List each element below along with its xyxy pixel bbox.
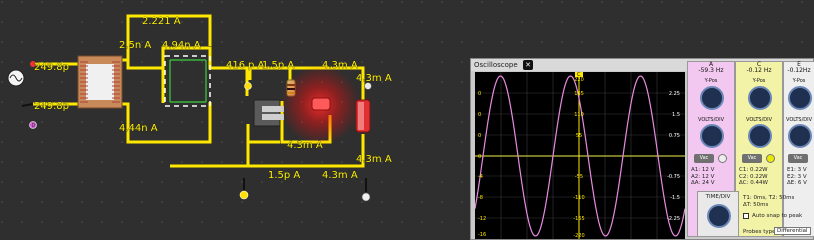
channel-a-measure: A1: 12 V A2: 12 V ΔA: 24 V (691, 167, 715, 186)
channel-e-header: E -0.12Hz (787, 61, 811, 74)
svg-text:2.25: 2.25 (669, 91, 680, 97)
svg-text:0: 0 (478, 91, 481, 97)
oscilloscope-screen[interactable]: C 0 0 0 0 -4 -8 -12 -16 220 165 110 55 -… (475, 72, 685, 239)
probes-label: Probes type: (743, 229, 778, 235)
svg-text:0: 0 (478, 112, 481, 118)
channel-e-ypos-knob[interactable] (788, 86, 812, 110)
svg-text:0: 0 (478, 154, 481, 160)
svg-text:0.75: 0.75 (669, 133, 680, 139)
label-left-lower: 4.44n A (119, 123, 158, 134)
channel-c-measure: C1: 0.22W C2: 0.22W ΔC: 0.44W (739, 167, 768, 186)
channel-e-ypos-label: Y-Pos (792, 78, 806, 84)
timediv-label: TIME/DIV (705, 194, 731, 200)
channel-e-voltsdiv-label: VOLTS/DIV (785, 117, 813, 123)
svg-text:-110: -110 (573, 195, 584, 201)
label-bottom-mid: 1.5p A (268, 170, 300, 181)
svg-text:-16: -16 (478, 232, 486, 238)
svg-text:-1.5: -1.5 (670, 195, 680, 201)
svg-text:-4: -4 (478, 174, 483, 180)
channel-c-toggle[interactable] (766, 154, 775, 163)
label-mid-current: 4.3m A (287, 140, 323, 151)
channel-e-vac-button[interactable]: Vac (788, 154, 808, 163)
channel-c-voltsdiv-label: VOLTS/DIV (745, 117, 773, 123)
svg-text:1.5: 1.5 (672, 112, 680, 118)
label-top-right-1: 4.3m A (322, 60, 358, 71)
label-left-upper: 2.5n A (119, 40, 151, 51)
label-src-top: 249.8p (34, 62, 69, 73)
channel-a-voltsdiv-knob[interactable] (700, 124, 724, 148)
snap-label: Auto snap to peak (752, 213, 803, 219)
svg-text:-165: -165 (573, 216, 584, 222)
snap-checkbox[interactable] (743, 213, 749, 219)
capacitor-icon[interactable] (355, 99, 371, 133)
time-readout: T1: 0ms, T2: 50ms ΔT: 50ms (743, 195, 795, 208)
label-bottom-right: 4.3m A (322, 170, 358, 181)
label-top-right-2: 4.3m A (356, 73, 392, 84)
channel-a-vac-button[interactable]: Vac (694, 154, 714, 163)
svg-text:-220: -220 (573, 233, 584, 239)
terminal-e-bottom[interactable] (361, 192, 371, 202)
svg-text:-55: -55 (575, 174, 583, 180)
channel-a-toggle[interactable] (718, 154, 727, 163)
label-r-c: 1.5p A (262, 60, 294, 71)
svg-text:110: 110 (574, 112, 584, 118)
label-src-bottom: 249.8p (34, 101, 69, 112)
channel-e-panel[interactable]: E -0.12Hz Y-Pos VOLTS/DIV Vac E1: 3 V E2… (783, 61, 814, 237)
terminal-d-text: D (32, 123, 36, 129)
close-icon[interactable]: ✕ (523, 60, 533, 70)
channel-e-voltsdiv-knob[interactable] (788, 124, 812, 148)
channel-c-ypos-label: Y-Pos (752, 78, 766, 84)
terminal-c-marker[interactable] (244, 82, 252, 90)
terminal-c-bottom[interactable] (239, 190, 249, 200)
label-right-current: 4.3m A (356, 154, 392, 165)
channel-a-header: A -59.3 Hz (698, 61, 724, 74)
channel-c-vac-button[interactable]: Vac (742, 154, 762, 163)
channel-a-ypos-knob[interactable] (700, 86, 724, 110)
channel-c-voltsdiv-knob[interactable] (748, 124, 772, 148)
channel-c-panel[interactable]: C -0.12 Hz Y-Pos VOLTS/DIV Vac C1: 0.22W… (735, 61, 783, 237)
svg-text:-12: -12 (478, 216, 486, 222)
channel-e-measure: E1: 3 V E2: 3 V ΔE: 6 V (787, 167, 807, 186)
channel-a-voltsdiv-label: VOLTS/DIV (697, 117, 725, 123)
channel-a-ypos-label: Y-Pos (704, 78, 718, 84)
svg-text:0: 0 (478, 133, 481, 139)
channel-c-header: C -0.12 Hz (746, 61, 772, 74)
svg-text:220: 220 (574, 77, 584, 83)
channel-c-ypos-knob[interactable] (748, 86, 772, 110)
timediv-knob[interactable] (707, 204, 731, 228)
svg-text:165: 165 (574, 91, 584, 97)
led-icon[interactable] (311, 97, 331, 111)
svg-text:-0.75: -0.75 (667, 174, 680, 180)
transformer-icon[interactable] (77, 55, 123, 109)
oscilloscope-window[interactable]: Oscilloscope ✕ C 0 0 0 0 -4 -8 -12 -16 2… (470, 58, 814, 240)
svg-text:-2.25: -2.25 (667, 216, 680, 222)
label-r-a: 416 (226, 60, 245, 71)
transistor-icon[interactable] (253, 99, 284, 127)
label-top-wire: 2.221 A (142, 16, 181, 27)
timediv-panel[interactable]: TIME/DIV (697, 191, 739, 237)
svg-text:-8: -8 (478, 195, 483, 201)
label-bridge-in: 4.94n A (162, 40, 201, 51)
svg-text:55: 55 (576, 133, 582, 139)
probes-select[interactable]: Differential (774, 227, 811, 235)
